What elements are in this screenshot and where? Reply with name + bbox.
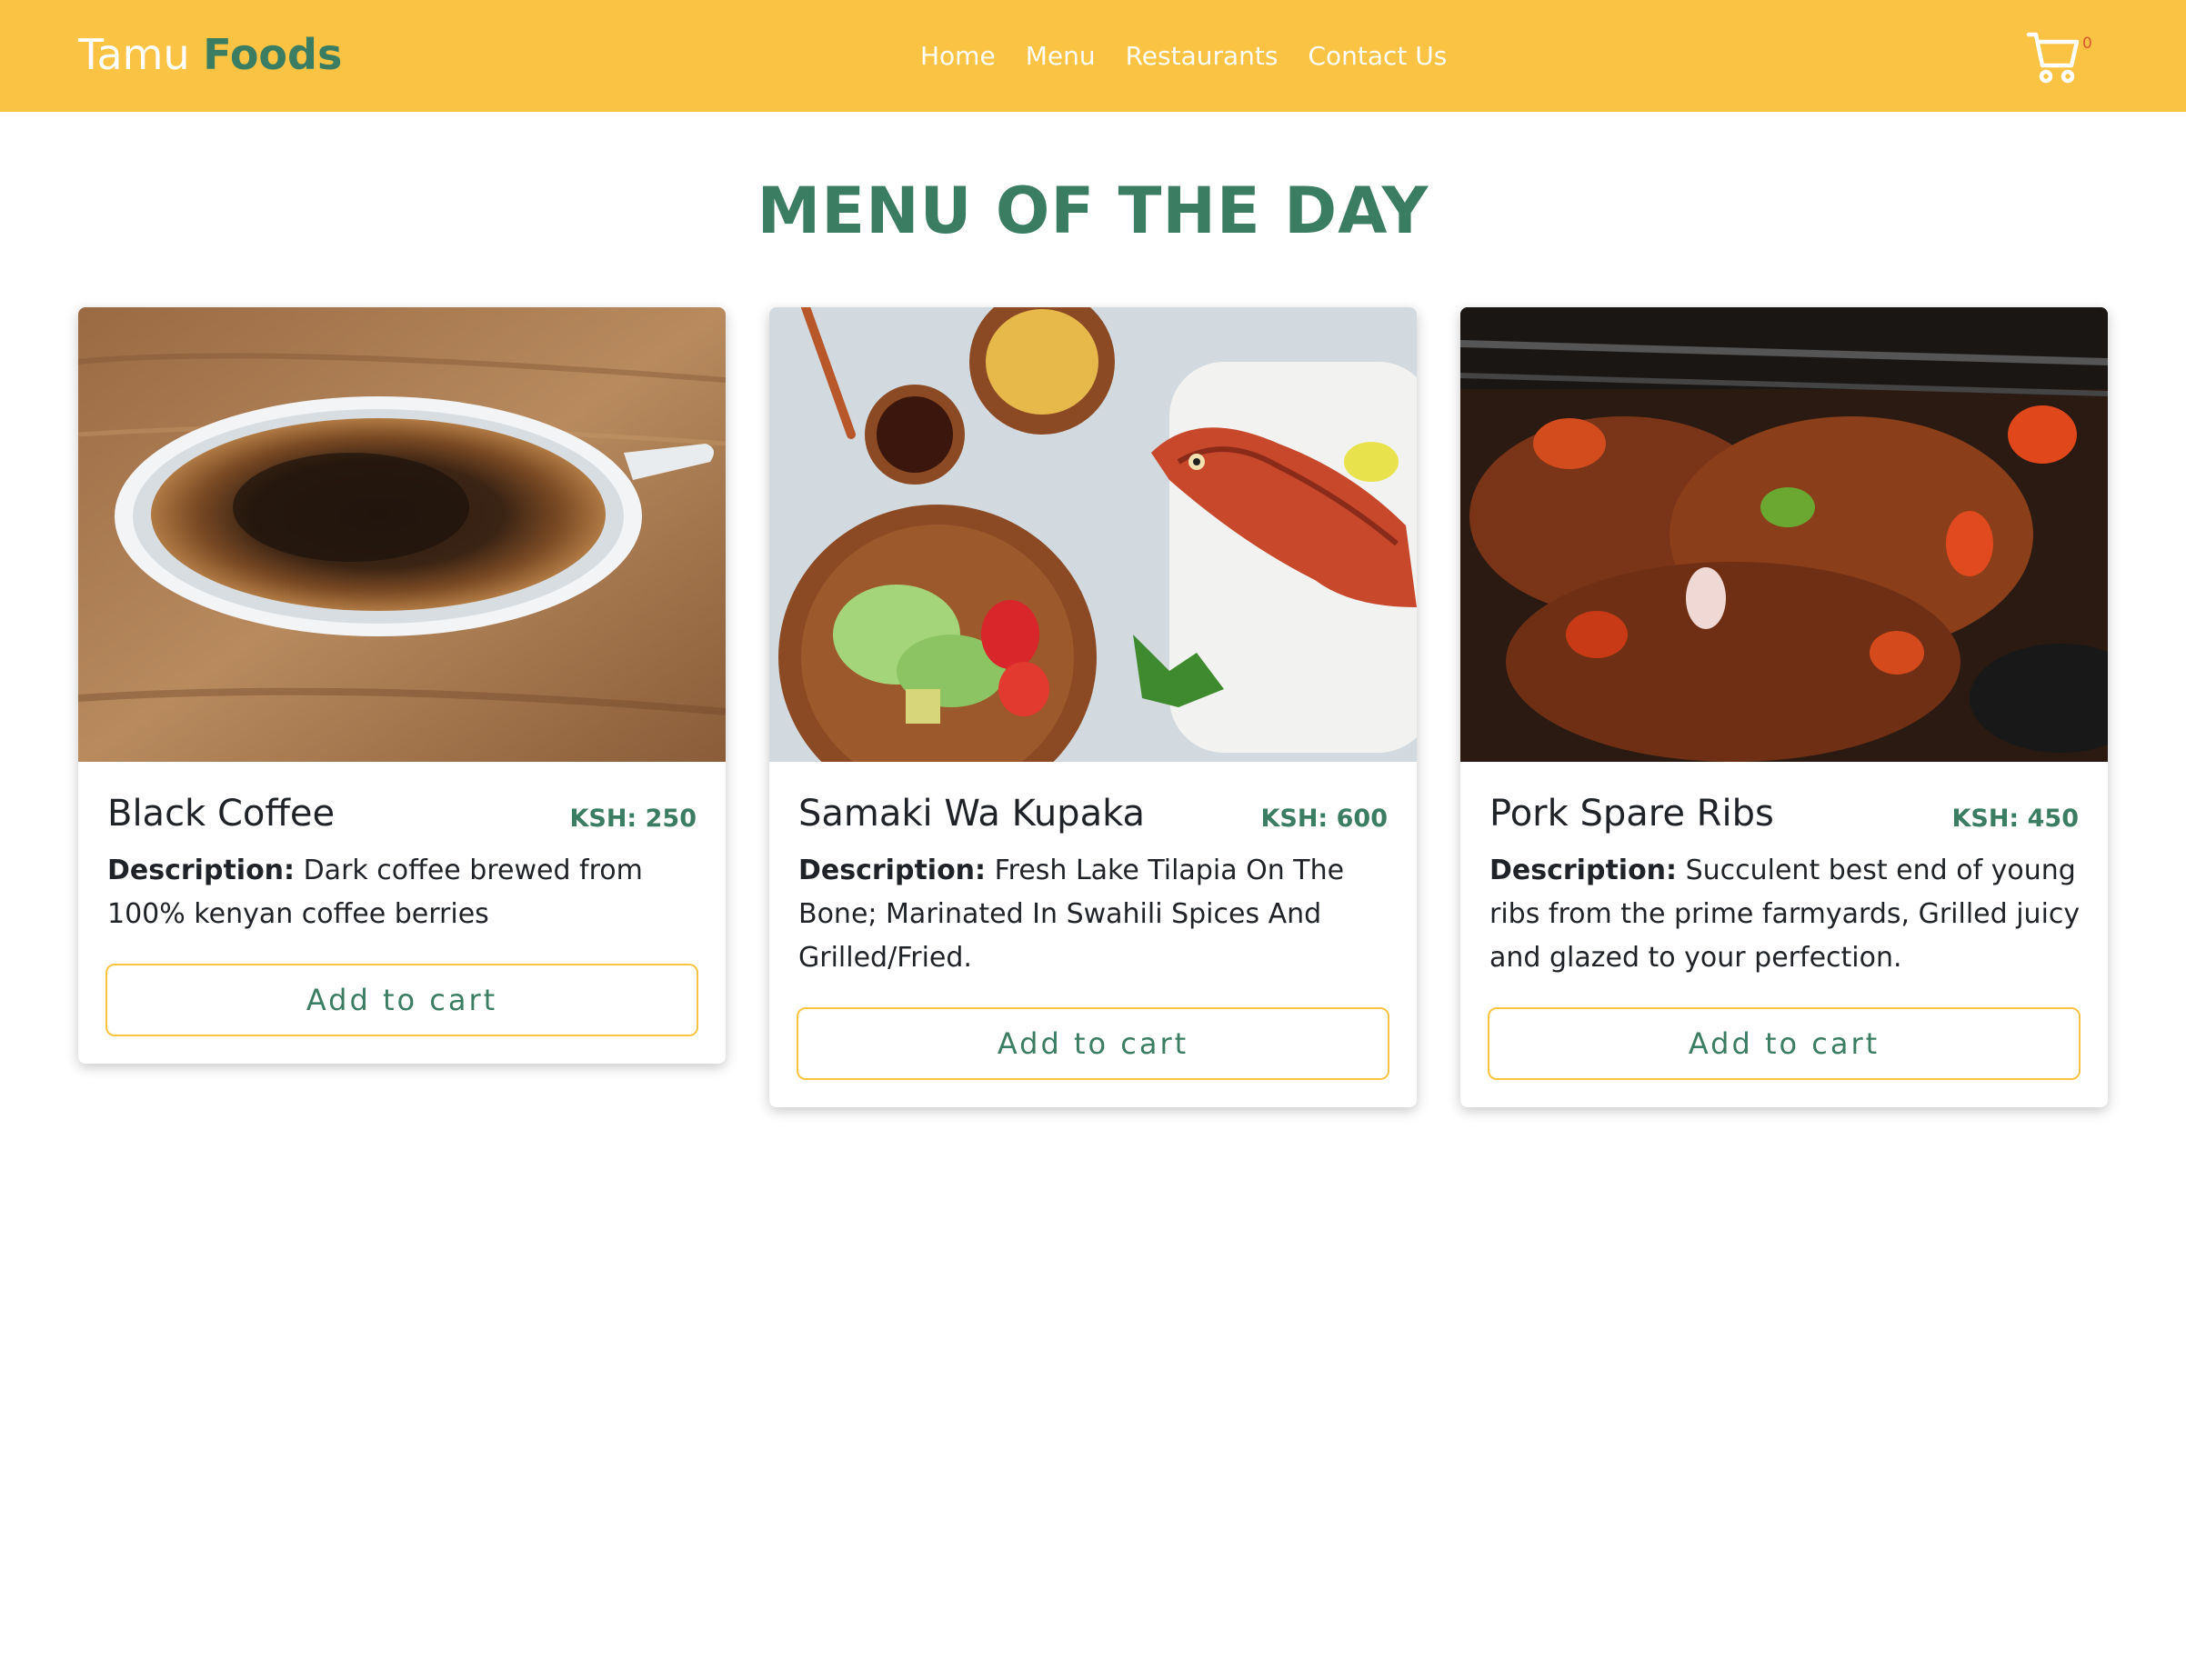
cart-button[interactable]: 0: [2026, 29, 2092, 85]
cart-count-badge: 0: [2082, 35, 2092, 53]
item-price: KSH: 450: [1951, 805, 2079, 833]
item-description: Description: Dark coffee brewed from 100…: [107, 849, 698, 936]
nav-link-restaurants[interactable]: Restaurants: [1126, 38, 1279, 75]
grilled-pork-ribs-photo: [1460, 307, 2108, 762]
item-name: Samaki Wa Kupaka: [798, 793, 1146, 835]
nav-link-contact-us[interactable]: Contact Us: [1308, 38, 1447, 75]
add-to-cart-button[interactable]: Add to cart: [797, 1007, 1389, 1080]
description-label: Description:: [798, 855, 987, 886]
item-price: KSH: 600: [1260, 805, 1388, 833]
nav-link-home[interactable]: Home: [920, 38, 996, 75]
add-to-cart-button[interactable]: Add to cart: [105, 964, 698, 1036]
description-label: Description:: [1489, 855, 1678, 886]
brand-name-first: Tamu: [78, 30, 190, 79]
item-description: Description: Succulent best end of young…: [1489, 849, 2081, 980]
black-coffee-photo: [78, 307, 726, 762]
item-price: KSH: 250: [569, 805, 697, 833]
item-name: Pork Spare Ribs: [1489, 793, 1774, 835]
shopping-cart-icon: [2026, 32, 2080, 84]
menu-card-black-coffee: Black Coffee KSH: 250 Description: Dark …: [78, 307, 726, 1064]
item-name: Black Coffee: [107, 793, 336, 835]
add-to-cart-button[interactable]: Add to cart: [1488, 1007, 2081, 1080]
menu-card-samaki-wa-kupaka: Samaki Wa Kupaka KSH: 600 Description: F…: [769, 307, 1417, 1107]
item-description: Description: Fresh Lake Tilapia On The B…: [798, 849, 1389, 980]
brand-logo[interactable]: Tamu Foods: [78, 25, 342, 84]
description-label: Description:: [107, 855, 296, 886]
menu-card-pork-spare-ribs: Pork Spare Ribs KSH: 450 Description: Su…: [1460, 307, 2108, 1107]
navbar: Tamu Foods Home Menu Restaurants Contact…: [0, 0, 2186, 112]
fried-tilapia-photo: [769, 307, 1417, 762]
nav-links: Home Menu Restaurants Contact Us: [920, 38, 1447, 75]
page-title: MENU OF THE DAY: [757, 174, 1429, 248]
brand-name-second: Foods: [203, 30, 343, 79]
nav-link-menu[interactable]: Menu: [1026, 38, 1096, 75]
